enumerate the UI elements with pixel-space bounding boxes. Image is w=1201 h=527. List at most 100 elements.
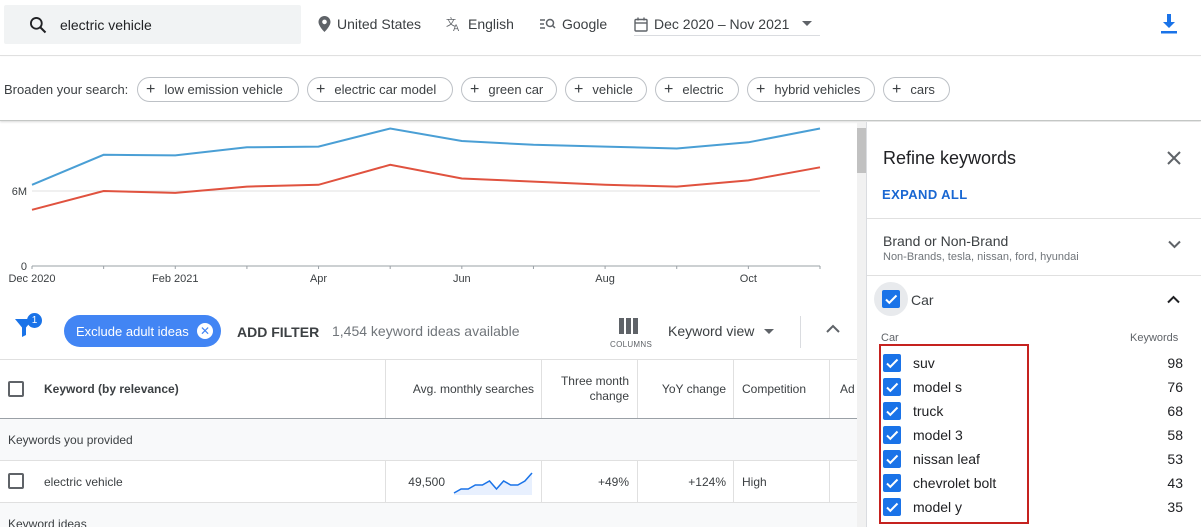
network-label: Google [562,16,608,32]
y-tick-label: 0 [21,261,27,273]
exclude-chip-label: Exclude adult ideas [76,323,189,339]
cell-avg-searches: 49,500 [408,474,445,489]
search-volume-chart: 0 6M Dec 2020 Feb 2021 Apr Jun Aug Oct [0,122,857,302]
divider [829,461,830,502]
header-three-month-change[interactable]: Three month change [541,360,637,418]
chip-label: low emission vehicle [164,82,283,97]
chip-label: electric car model [334,82,437,97]
list-item-count: 35 [1167,499,1183,515]
trend-sparkline [453,472,533,495]
series-line-1 [31,127,821,186]
list-item-count: 53 [1167,451,1183,467]
search-network-icon [540,18,556,29]
plus-icon: + [316,80,326,98]
group-label: Keywords you provided [8,433,133,447]
header-ad[interactable]: Ad [829,360,857,418]
main-scrollbar[interactable] [857,122,866,527]
top-bar: electric vehicle United States 文A Englis… [0,0,1201,56]
list-item-count: 98 [1167,355,1183,371]
series-line-2 [31,163,821,211]
cell-three-month: +49% [597,474,629,489]
chip-label: hybrid vehicles [774,82,861,97]
network-selector[interactable]: Google [540,16,607,32]
plus-icon: + [146,80,156,98]
broaden-label: Broaden your search: [4,82,129,97]
chip-label: electric [682,82,724,97]
filter-count-badge: 1 [27,313,42,328]
brand-section-subtitle: Non-Brands, tesla, nissan, ford, hyundai [883,251,1079,263]
y-tick-label: 6M [12,186,27,198]
keyword-table: Keyword (by relevance) Avg. monthly sear… [0,360,857,527]
list-item-count: 43 [1167,475,1183,491]
list-item-count: 58 [1167,427,1183,443]
columns-icon [619,318,638,334]
broaden-chip-electric[interactable]: + electric [655,77,739,102]
divider [733,461,734,502]
check-icon [885,294,898,305]
chart-svg: 0 6M Dec 2020 Feb 2021 Apr Jun Aug Oct [8,127,821,285]
columns-button[interactable]: COLUMNS [609,316,653,352]
x-tick-label: Dec 2020 [8,273,55,285]
x-tick-label: Jun [453,273,471,285]
chip-label: green car [488,82,544,97]
chevron-down-icon [802,21,812,26]
expand-all-button[interactable]: EXPAND ALL [882,187,968,202]
cell-keyword: electric vehicle [44,474,123,489]
keyword-ideas-count: 1,454 keyword ideas available [332,323,520,339]
plus-icon: + [574,80,584,98]
car-section-checkbox[interactable] [874,282,908,316]
keyword-view-dropdown[interactable]: Keyword view [668,323,754,339]
header-avg-monthly-searches[interactable]: Avg. monthly searches [385,360,542,418]
list-item-count: 76 [1167,379,1183,395]
plus-icon: + [892,80,902,98]
search-input[interactable]: electric vehicle [4,5,301,44]
plus-icon: + [470,80,480,98]
location-selector[interactable]: United States [318,16,421,32]
plus-icon: + [664,80,674,98]
add-filter-button[interactable]: ADD FILTER [237,324,319,340]
broaden-chip-cars[interactable]: + cars [883,77,950,102]
broaden-chip-vehicle[interactable]: + vehicle [565,77,647,102]
divider [800,316,801,348]
header-yoy-change[interactable]: YoY change [637,360,734,418]
date-range-selector[interactable]: Dec 2020 – Nov 2021 [634,14,820,36]
download-icon[interactable] [1160,14,1178,34]
columns-label: COLUMNS [610,340,653,349]
date-range-label: Dec 2020 – Nov 2021 [654,16,790,32]
row-checkbox[interactable] [8,473,24,489]
header-competition[interactable]: Competition [733,360,829,418]
group-header-provided: Keywords you provided [0,419,857,461]
car-section-title[interactable]: Car [911,292,934,308]
location-label: United States [337,16,422,32]
group-label: Keyword ideas [8,517,87,527]
close-icon[interactable] [1166,150,1182,166]
brand-section-title: Brand or Non-Brand [883,233,1009,249]
close-icon[interactable]: ✕ [197,323,213,339]
cell-yoy: +124% [688,474,726,489]
panel-title: Refine keywords [883,148,1017,168]
cell-competition: High [742,474,767,489]
x-tick-label: Oct [740,273,757,285]
exclude-adult-ideas-chip[interactable]: Exclude adult ideas ✕ [64,315,221,347]
scroll-thumb[interactable] [857,128,866,173]
select-all-checkbox[interactable] [8,381,24,397]
header-three-month-line2: change [589,389,629,403]
header-three-month-line1: Three month [560,374,629,388]
table-header: Keyword (by relevance) Avg. monthly sear… [0,360,857,419]
header-keyword[interactable]: Keyword (by relevance) [36,360,386,418]
highlight-annotation-box [879,344,1029,524]
chip-label: vehicle [592,82,633,97]
calendar-icon [634,17,648,32]
broaden-chip-low-emission-vehicle[interactable]: + low emission vehicle [137,77,299,102]
broaden-search-bar: Broaden your search: + low emission vehic… [0,57,1201,121]
chevron-up-icon[interactable] [826,324,840,334]
car-column-header: Car [881,332,899,344]
broaden-chip-electric-car-model[interactable]: + electric car model [307,77,453,102]
broaden-chip-hybrid-vehicles[interactable]: + hybrid vehicles [747,77,875,102]
table-row[interactable]: electric vehicle 49,500 +49% +124% High [0,461,857,503]
brand-section[interactable]: Brand or Non-Brand Non-Brands, tesla, ni… [867,218,1201,276]
chevron-up-icon[interactable] [1167,295,1180,304]
x-tick-label: Feb 2021 [152,273,198,285]
language-selector[interactable]: 文A English [446,16,514,32]
broaden-chip-green-car[interactable]: + green car [461,77,557,102]
